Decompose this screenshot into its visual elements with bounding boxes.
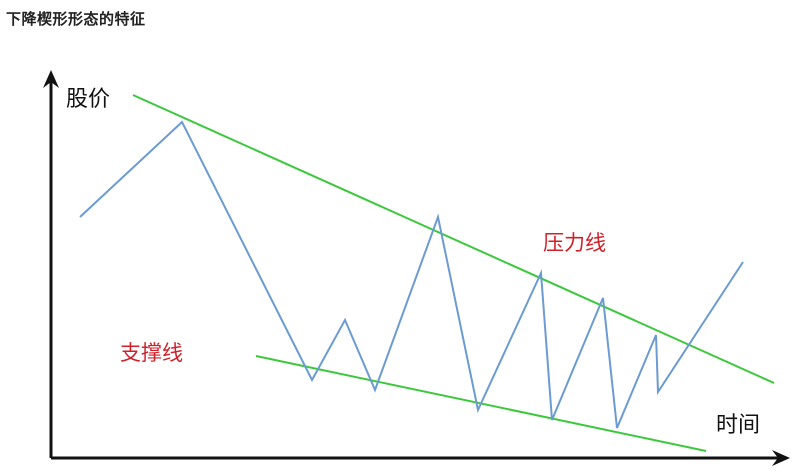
x-axis-label: 时间 <box>716 413 760 438</box>
support-label: 支撑线 <box>120 341 183 365</box>
price-line <box>79 120 744 429</box>
y-axis-label: 股价 <box>66 87 110 112</box>
resistance-label: 压力线 <box>543 231 606 255</box>
resistance-line <box>132 94 775 384</box>
wedge-diagram: 股价 时间 压力线 支撑线 <box>43 70 790 466</box>
